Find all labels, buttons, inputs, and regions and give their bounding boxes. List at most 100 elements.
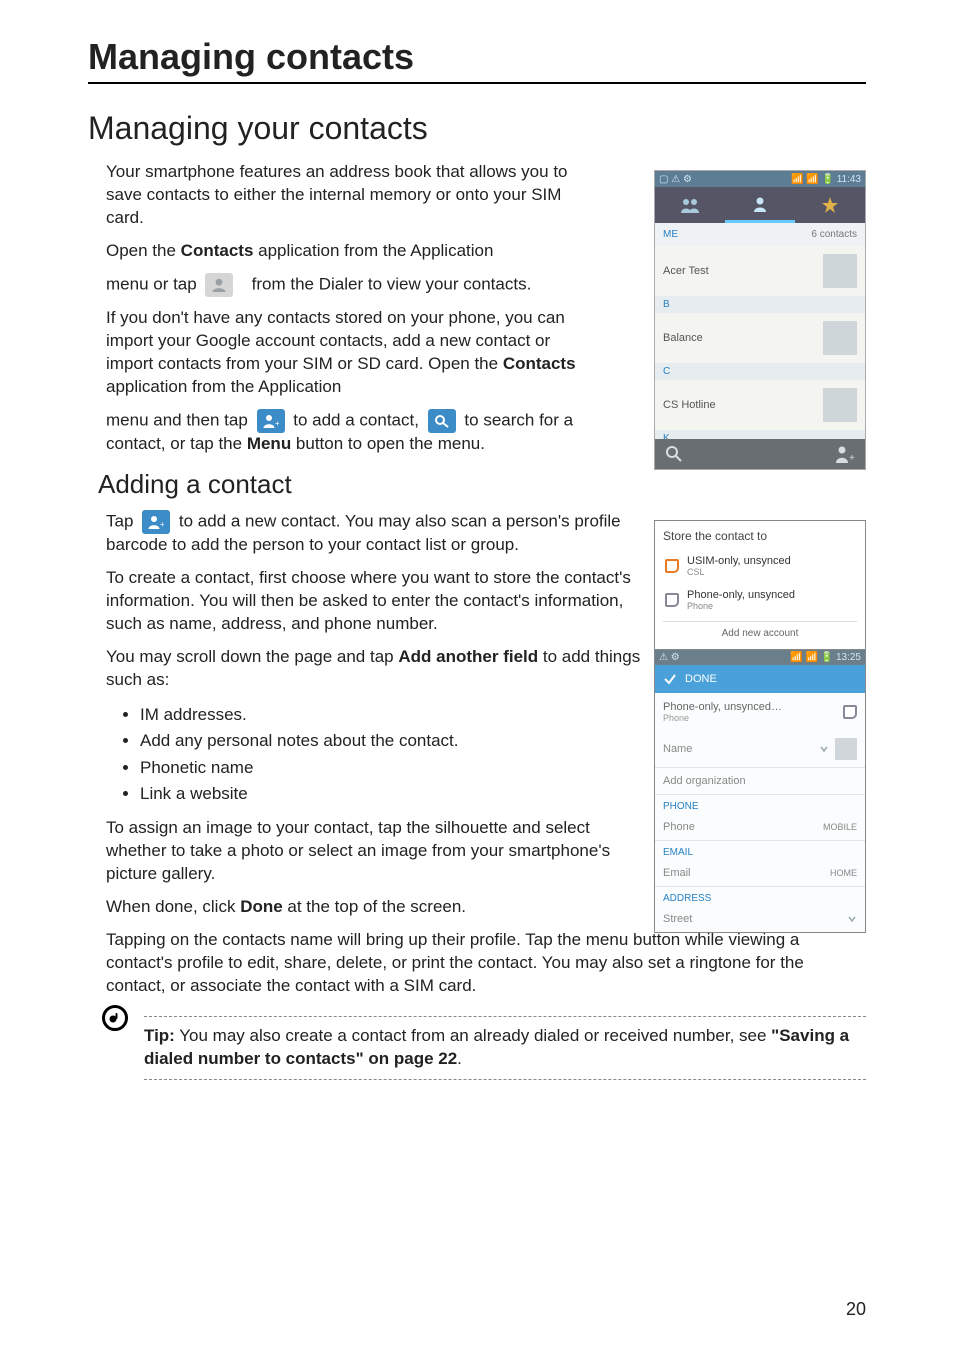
section-label: PHONE [655, 795, 865, 814]
contacts-meta: ME 6 contacts [655, 223, 865, 246]
text: If you don't have any contacts stored on… [106, 308, 565, 373]
intro-para-4: If you don't have any contacts stored on… [106, 307, 601, 399]
chapter-title: Managing contacts [88, 36, 866, 84]
field-label: Street [663, 913, 692, 925]
organization-field[interactable]: Add organization [655, 768, 865, 795]
field-type[interactable]: HOME [830, 868, 857, 878]
tab-groups[interactable] [655, 187, 725, 223]
add-para-1: Tap + to add a new contact. You may also… [106, 510, 651, 557]
page-number: 20 [846, 1299, 866, 1320]
option-label: USIM-only, unsynced [687, 555, 791, 567]
chevron-down-icon[interactable] [819, 744, 829, 754]
search-icon [428, 409, 456, 433]
done-bar[interactable]: DONE [655, 665, 865, 693]
text: menu and then tap [106, 410, 248, 429]
status-right: 📶 📶 🔋 11:43 [791, 174, 861, 185]
list-item[interactable]: CS Hotline [655, 380, 865, 430]
subsection-heading: Adding a contact [98, 469, 866, 500]
contacts-app-name: Contacts [181, 241, 254, 260]
svg-text:+: + [849, 453, 855, 463]
field-label: Email [663, 867, 691, 879]
avatar-placeholder[interactable] [835, 738, 857, 760]
status-bar: ⚠ ⚙ 📶 📶 🔋 13:25 [655, 650, 865, 665]
intro-para-3: menu or tap from the Dialer to view your… [106, 273, 601, 297]
text: to add a new contact. You may also scan … [106, 512, 621, 555]
email-field[interactable]: Email HOME [655, 860, 865, 887]
status-left: ▢ ⚠ ⚙ [659, 174, 692, 185]
dialog-option-phone[interactable]: Phone-only, unsynced Phone [663, 583, 857, 617]
search-icon[interactable] [665, 445, 683, 463]
tip-text: Tip: You may also create a contact from … [144, 1025, 866, 1071]
section-label: ADDRESS [655, 887, 865, 906]
add-para-2: To create a contact, first choose where … [106, 567, 651, 636]
add-para-4: To assign an image to your contact, tap … [106, 817, 651, 886]
option-label: Phone-only, unsynced [687, 589, 795, 601]
text: When done, click [106, 897, 240, 916]
me-label: ME [663, 229, 678, 240]
add-contact-icon: + [142, 510, 170, 534]
dialog-option-usim[interactable]: USIM-only, unsynced CSL [663, 549, 857, 583]
intro-para-5: menu and then tap + to add a contact, to… [106, 409, 601, 456]
add-para-6: Tapping on the contacts name will bring … [106, 929, 866, 998]
right-screenshot-stack: Store the contact to USIM-only, unsynced… [654, 520, 866, 933]
contact-name: Balance [663, 332, 703, 344]
street-field[interactable]: Street [655, 906, 865, 932]
phone-field[interactable]: Phone MOBILE [655, 814, 865, 841]
checkmark-icon [663, 672, 677, 686]
done-label: DONE [685, 673, 717, 685]
text: Tap [106, 512, 133, 531]
option-sub: Phone [687, 601, 795, 611]
text: menu or tap [106, 274, 197, 293]
source-label: Phone-only, unsynced… [663, 701, 782, 713]
tip-box: Tip: You may also create a contact from … [144, 1016, 866, 1080]
done-label: Done [240, 897, 283, 916]
text: to add a contact, [293, 410, 419, 429]
add-para-3: You may scroll down the page and tap Add… [106, 646, 651, 692]
avatar [823, 321, 857, 355]
dialog-title: Store the contact to [663, 529, 857, 549]
field-label: Phone [663, 821, 695, 833]
section-heading: Managing your contacts [88, 110, 866, 147]
phone-storage-icon [665, 593, 679, 607]
list-item[interactable]: Balance [655, 313, 865, 363]
section-label: EMAIL [655, 841, 865, 860]
contacts-list-screenshot: ▢ ⚠ ⚙ 📶 📶 🔋 11:43 ME 6 contacts Acer Tes… [654, 170, 866, 470]
text: application from the Application [106, 377, 341, 396]
text: You may scroll down the page and tap [106, 647, 398, 666]
chevron-down-icon[interactable] [847, 914, 857, 924]
status-left: ⚠ ⚙ [659, 652, 680, 663]
tab-favorites[interactable] [795, 187, 865, 223]
option-sub: CSL [687, 567, 791, 577]
text: button to open the menu. [291, 434, 485, 453]
sim-icon [665, 559, 679, 573]
tip-icon [102, 1005, 128, 1031]
list-item[interactable]: Acer Test [655, 246, 865, 296]
tab-all-contacts[interactable] [725, 187, 795, 223]
field-label: Name [663, 743, 692, 755]
contacts-app-name: Contacts [503, 354, 576, 373]
contact-name: Acer Test [663, 265, 709, 277]
add-new-account[interactable]: Add new account [663, 621, 857, 641]
store-contact-dialog: Store the contact to USIM-only, unsynced… [655, 521, 865, 649]
contacts-icon [205, 273, 233, 297]
field-type[interactable]: MOBILE [823, 822, 857, 832]
add-contact-icon[interactable]: + [835, 445, 855, 463]
menu-label: Menu [247, 434, 291, 453]
source-row[interactable]: Phone-only, unsynced… Phone [655, 693, 865, 731]
intro-para-1: Your smartphone features an address book… [106, 161, 601, 230]
text: Open the [106, 241, 181, 260]
add-field-label: Add another field [398, 647, 538, 666]
new-contact-screenshot: ⚠ ⚙ 📶 📶 🔋 13:25 DONE Phone-only, unsynce… [655, 649, 865, 932]
text: at the top of the screen. [283, 897, 466, 916]
svg-text:+: + [160, 520, 164, 529]
tip-label: Tip: [144, 1026, 175, 1045]
source-sub: Phone [663, 713, 782, 723]
bottom-bar: + [655, 439, 865, 469]
name-field[interactable]: Name [655, 731, 865, 768]
section-header: B [655, 296, 865, 313]
svg-text:+: + [275, 419, 279, 428]
section-header: C [655, 363, 865, 380]
add-contact-icon: + [257, 409, 285, 433]
tab-bar[interactable] [655, 187, 865, 223]
text: application from the Application [253, 241, 493, 260]
